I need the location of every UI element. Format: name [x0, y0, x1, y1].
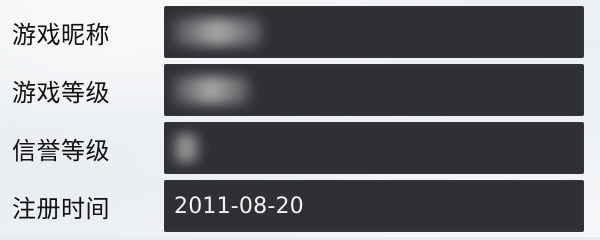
row-credit-level: 信誉等级	[0, 122, 600, 174]
field-credit-level	[164, 122, 584, 174]
row-game-level: 游戏等级	[0, 64, 600, 116]
label-game-level: 游戏等级	[12, 78, 110, 107]
field-game-level	[164, 64, 584, 116]
label-credit-level: 信誉等级	[12, 136, 110, 165]
field-game-nickname	[164, 6, 584, 58]
value-registration-time: 2011-08-20	[174, 193, 304, 219]
row-registration-time: 注册时间 2011-08-20	[0, 180, 600, 232]
row-game-nickname: 游戏昵称	[0, 6, 600, 58]
label-registration-time: 注册时间	[12, 194, 110, 223]
redacted-value-game-nickname	[172, 18, 262, 46]
label-game-nickname: 游戏昵称	[12, 20, 110, 49]
field-registration-time: 2011-08-20	[164, 180, 584, 232]
redacted-value-game-level	[172, 76, 250, 104]
account-info-panel: 游戏昵称 游戏等级 信誉等级 注册时间 2011-08-20	[0, 0, 600, 237]
redacted-value-credit-level	[172, 134, 200, 162]
